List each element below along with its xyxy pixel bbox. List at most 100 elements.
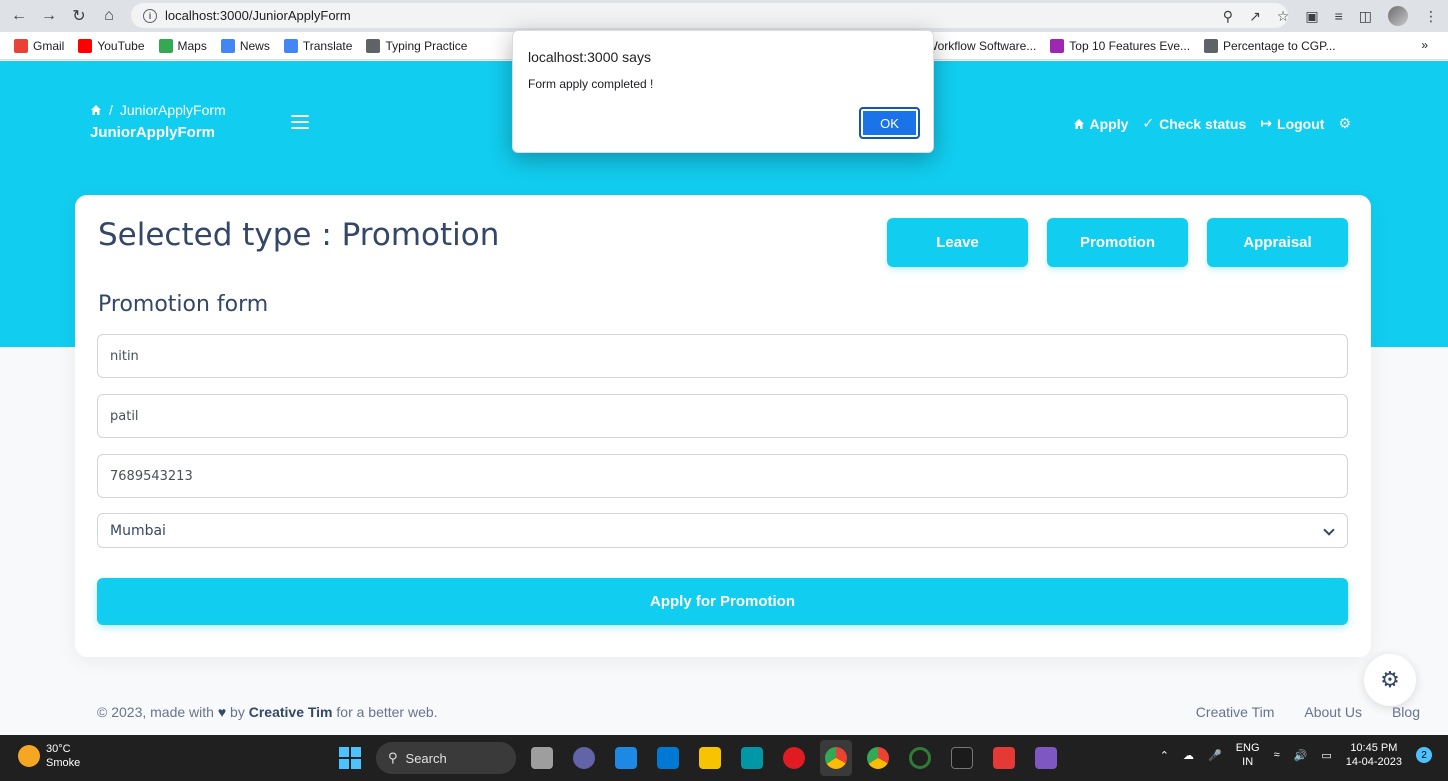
nav-logout[interactable]: ↦ Logout [1260,115,1324,132]
city-select[interactable]: Mumbai [97,513,1348,548]
nav-check-status[interactable]: ✓ Check status [1142,115,1246,132]
remote-desktop-icon[interactable] [736,740,768,776]
site-info-icon[interactable]: i [143,8,157,23]
vscode-icon[interactable] [652,740,684,776]
reload-icon[interactable]: ↻ [64,1,94,31]
snipping-tool-icon[interactable] [988,740,1020,776]
taskbar-search[interactable]: ⚲ Search [376,742,516,774]
clock-time: 10:45 PM [1350,742,1398,754]
bookmark-item[interactable]: Top 10 Features Eve... [1050,38,1191,53]
opera-icon[interactable] [778,740,810,776]
nav-apply[interactable]: Apply [1073,115,1129,132]
weather-sun-icon [18,745,40,767]
taskbar-search-label: Search [405,750,447,766]
app-green-ring-icon[interactable] [904,740,936,776]
windows-taskbar: 30°C Smoke ⚲ Search ⌃ ☁ 🎤 ENG IN ≈ 🔊 ▭ 1… [0,735,1448,781]
task-view-icon[interactable] [526,740,558,776]
promotion-button[interactable]: Promotion [1047,218,1188,267]
bookmark-item[interactable]: Gmail [14,38,65,53]
bookmark-label: Top 10 Features Eve... [1069,38,1191,53]
dialog-ok-button[interactable]: OK [859,107,920,139]
chevron-down-icon [1323,524,1335,536]
share-icon[interactable]: ↗ [1249,8,1261,25]
terminal-icon[interactable] [946,740,978,776]
apply-for-promotion-button[interactable]: Apply for Promotion [97,578,1348,625]
bookmark-item[interactable]: News [220,38,270,53]
last-name-input[interactable]: patil [97,394,1348,438]
hamburger-menu-icon[interactable] [291,115,309,133]
address-bar[interactable]: i localhost:3000/JuniorApplyForm [131,3,1288,28]
notification-badge[interactable]: 2 [1416,747,1432,763]
start-icon[interactable] [334,740,366,776]
bookmark-item[interactable]: Typing Practice [366,38,468,53]
nav-apply-label: Apply [1089,115,1129,132]
footer-prefix: © 2023, made with [97,704,214,720]
bookmark-label: Typing Practice [385,38,468,53]
teams-chat-icon[interactable] [568,740,600,776]
chrome-icon[interactable] [820,740,852,776]
bookmark-item[interactable]: Percentage to CGP... [1204,38,1336,53]
side-panel-icon[interactable]: ◫ [1359,8,1372,25]
breadcrumb: / JuniorApplyForm [90,102,226,118]
leave-button[interactable]: Leave [887,218,1028,267]
extensions-icon[interactable]: ▣ [1305,8,1318,25]
bookmark-label: Workflow Software... [926,38,1037,53]
dialog-message: Form apply completed ! [528,77,654,91]
footer-link-about-us[interactable]: About Us [1304,704,1362,720]
bookmark-label: YouTube [97,38,145,53]
city-value: Mumbai [110,522,166,539]
weather-widget[interactable]: 30°C Smoke [18,742,80,770]
key-icon[interactable]: ⚲ [1223,8,1233,25]
footer-link-blog[interactable]: Blog [1392,704,1420,720]
weather-temp: 30°C [46,743,71,755]
bookmark-label: Maps [177,38,207,53]
volume-icon[interactable]: 🔊 [1294,749,1308,762]
wifi-icon[interactable]: ≈ [1274,749,1280,761]
footer-by: by [230,704,245,720]
calc-icon [1204,38,1219,53]
footer-brand-link[interactable]: Creative Tim [249,704,333,720]
top-nav: Apply ✓ Check status ↦ Logout ⚙ [1073,115,1351,132]
bookmark-item[interactable]: Maps [158,38,207,53]
chrome-profile-icon[interactable] [862,740,894,776]
home-breadcrumb-icon[interactable] [90,104,102,116]
home-icon[interactable]: ⌂ [94,1,124,31]
breadcrumb-current[interactable]: JuniorApplyForm [120,102,226,118]
workflow-icon [1050,38,1065,53]
phone-input[interactable]: 7689543213 [97,454,1348,498]
bookmarks-overflow-icon[interactable]: » [1421,38,1428,52]
lang-top: ENG [1235,742,1260,754]
file-explorer-icon[interactable] [694,740,726,776]
bookmark-label: News [239,38,270,53]
search-icon: ⚲ [388,750,398,765]
logout-icon: ↦ [1260,115,1273,131]
footer-link-creative-tim[interactable]: Creative Tim [1196,704,1275,720]
language-indicator[interactable]: ENG IN [1236,741,1260,769]
menu-icon[interactable]: ⋮ [1424,8,1438,25]
bookmark-label: Gmail [33,38,65,53]
forward-icon[interactable]: → [34,1,64,31]
translate-icon [283,38,298,53]
footer-suffix: for a better web. [336,704,438,720]
nav-check-status-label: Check status [1159,115,1247,132]
onedrive-icon[interactable]: ☁ [1183,749,1194,762]
microphone-icon[interactable]: 🎤 [1208,749,1222,762]
first-name-input[interactable]: nitin [97,334,1348,378]
news-icon [220,38,235,53]
reading-list-icon[interactable]: ≡ [1335,8,1343,24]
clock[interactable]: 10:45 PM 14-04-2023 [1346,741,1402,769]
settings-fab-gear-icon[interactable]: ⚙ [1364,654,1416,706]
back-icon[interactable]: ← [4,1,34,31]
app-l-icon[interactable] [610,740,642,776]
appraisal-button[interactable]: Appraisal [1207,218,1348,267]
battery-icon[interactable]: ▭ [1321,749,1331,762]
star-icon[interactable]: ☆ [1277,8,1290,25]
settings-gear-icon[interactable]: ⚙ [1338,115,1351,132]
weather-desc: Smoke [46,757,81,769]
app-purple-icon[interactable] [1030,740,1062,776]
bookmark-item[interactable]: YouTube [78,38,145,53]
profile-avatar[interactable] [1388,6,1408,26]
tray-chevron-up-icon[interactable]: ⌃ [1160,749,1169,762]
bookmark-item[interactable]: Translate [283,38,352,53]
bookmark-label: Percentage to CGP... [1223,38,1336,53]
